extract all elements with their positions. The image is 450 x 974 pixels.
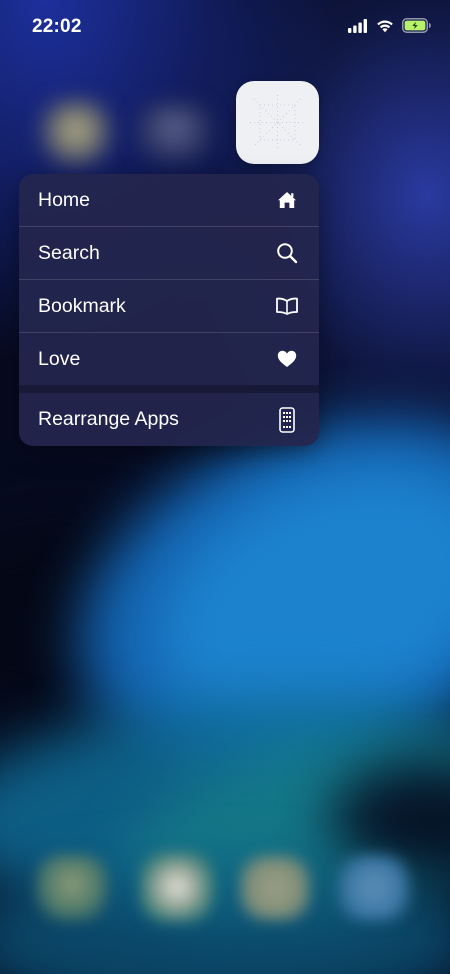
status-time: 22:02: [32, 16, 82, 37]
menu-section-separator: [19, 385, 319, 393]
magnifier-icon: [275, 241, 299, 265]
menu-item-label: Rearrange Apps: [38, 408, 179, 430]
menu-item-bookmark[interactable]: Bookmark: [19, 280, 319, 332]
menu-item-label: Bookmark: [38, 294, 126, 317]
context-menu: Home Search Bookmark Love Rearrange Apps: [19, 174, 319, 446]
open-book-icon: [275, 294, 299, 318]
app-icon: [250, 95, 305, 150]
phone-grid-icon: [275, 406, 299, 433]
dock-app-icon: [240, 856, 310, 920]
focused-app-icon[interactable]: [236, 81, 319, 164]
status-bar: 22:02: [0, 0, 450, 54]
battery-charging-icon: [402, 18, 432, 38]
menu-item-rearrange-apps[interactable]: Rearrange Apps: [19, 393, 319, 446]
dock-app-icon: [338, 855, 410, 921]
dock-app-icon: [36, 855, 108, 921]
heart-icon: [275, 347, 299, 371]
menu-item-love[interactable]: Love: [19, 333, 319, 385]
app-icon-blurred: [136, 104, 212, 164]
app-icon-blurred: [40, 100, 112, 168]
home-screen: 22:02 Home Search Bookmark Love Rearrang…: [0, 0, 450, 974]
menu-item-label: Search: [38, 241, 100, 264]
menu-item-search[interactable]: Search: [19, 227, 319, 279]
menu-item-label: Love: [38, 347, 81, 370]
menu-item-label: Home: [38, 188, 91, 211]
house-icon: [275, 188, 299, 212]
menu-item-home[interactable]: Home: [19, 174, 319, 226]
cellular-signal-icon: [348, 18, 368, 38]
status-icons: [348, 18, 432, 38]
dock-app-icon: [140, 852, 214, 922]
wifi-icon: [376, 19, 394, 38]
